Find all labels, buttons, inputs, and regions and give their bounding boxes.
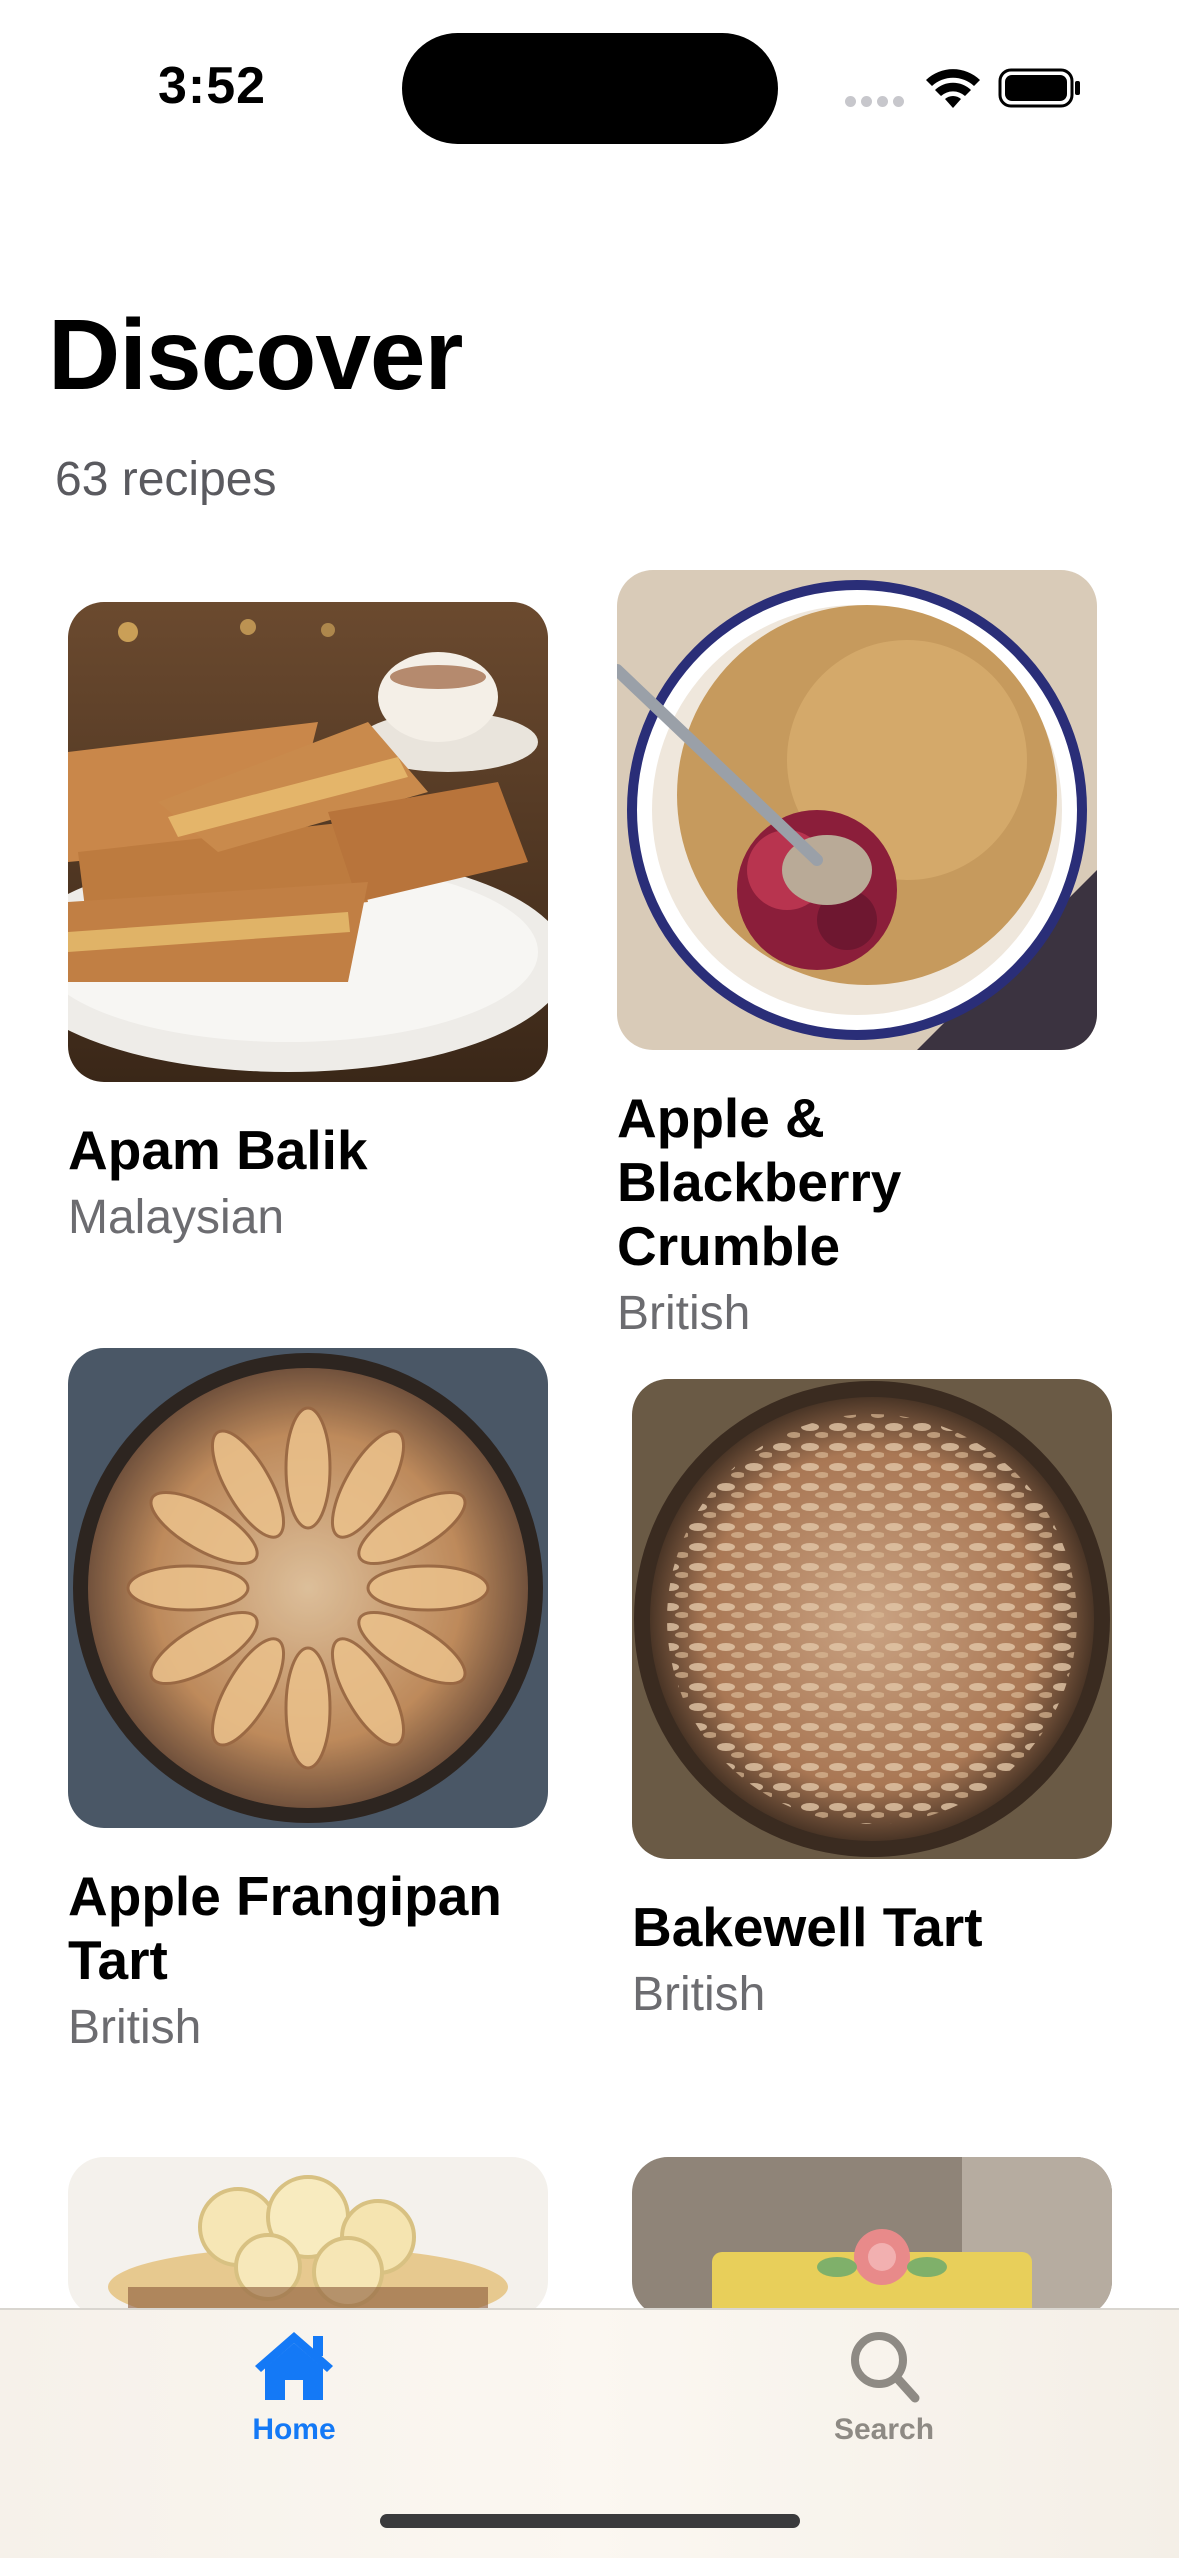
recipe-name: Bakewell Tart <box>632 1896 983 1958</box>
house-fill-icon <box>255 2332 333 2400</box>
recipe-cuisine: British <box>617 1287 751 1340</box>
tab-search[interactable]: Search <box>784 2328 984 2447</box>
recipe-name: Apam Balik <box>68 1119 368 1181</box>
battery-icon <box>998 68 1080 108</box>
magnifying-glass-icon <box>851 2332 920 2403</box>
tab-home[interactable]: Home <box>194 2328 394 2447</box>
recipe-photo <box>68 602 548 1082</box>
tab-home-label: Home <box>252 2413 336 2446</box>
recipe-cuisine: British <box>68 2001 202 2054</box>
recipe-cuisine: British <box>632 1968 766 2021</box>
recipe-card[interactable]: Bakewell Tart British <box>632 1379 1112 2023</box>
recipe-photo <box>617 570 1097 1050</box>
recipe-name: Apple Frangipan Tart <box>68 1865 502 1991</box>
recipe-name: Apple & Blackberry Crumble <box>617 1087 902 1277</box>
recipe-photo <box>68 1348 548 1828</box>
recipe-count: 63 recipes <box>55 453 277 506</box>
status-bar: 3:52 <box>0 0 1179 170</box>
cellular-signal-icon <box>845 96 905 108</box>
recipe-card[interactable]: Apple Frangipan Tart British <box>68 1348 548 2056</box>
dynamic-island <box>402 33 778 144</box>
home-indicator <box>380 2514 800 2528</box>
recipe-card[interactable]: Apam Balik Malaysian <box>68 602 548 1246</box>
recipe-photo <box>68 2157 548 2317</box>
recipe-photo <box>632 2157 1112 2317</box>
recipe-card[interactable]: Apple & Blackberry Crumble British <box>617 570 1097 1342</box>
tab-search-label: Search <box>833 2413 935 2446</box>
recipe-cuisine: Malaysian <box>68 1191 285 1244</box>
wifi-icon <box>926 69 980 108</box>
recipe-photo <box>632 1379 1112 1859</box>
page-title: Discover <box>48 299 463 411</box>
status-time: 3:52 <box>158 57 267 115</box>
